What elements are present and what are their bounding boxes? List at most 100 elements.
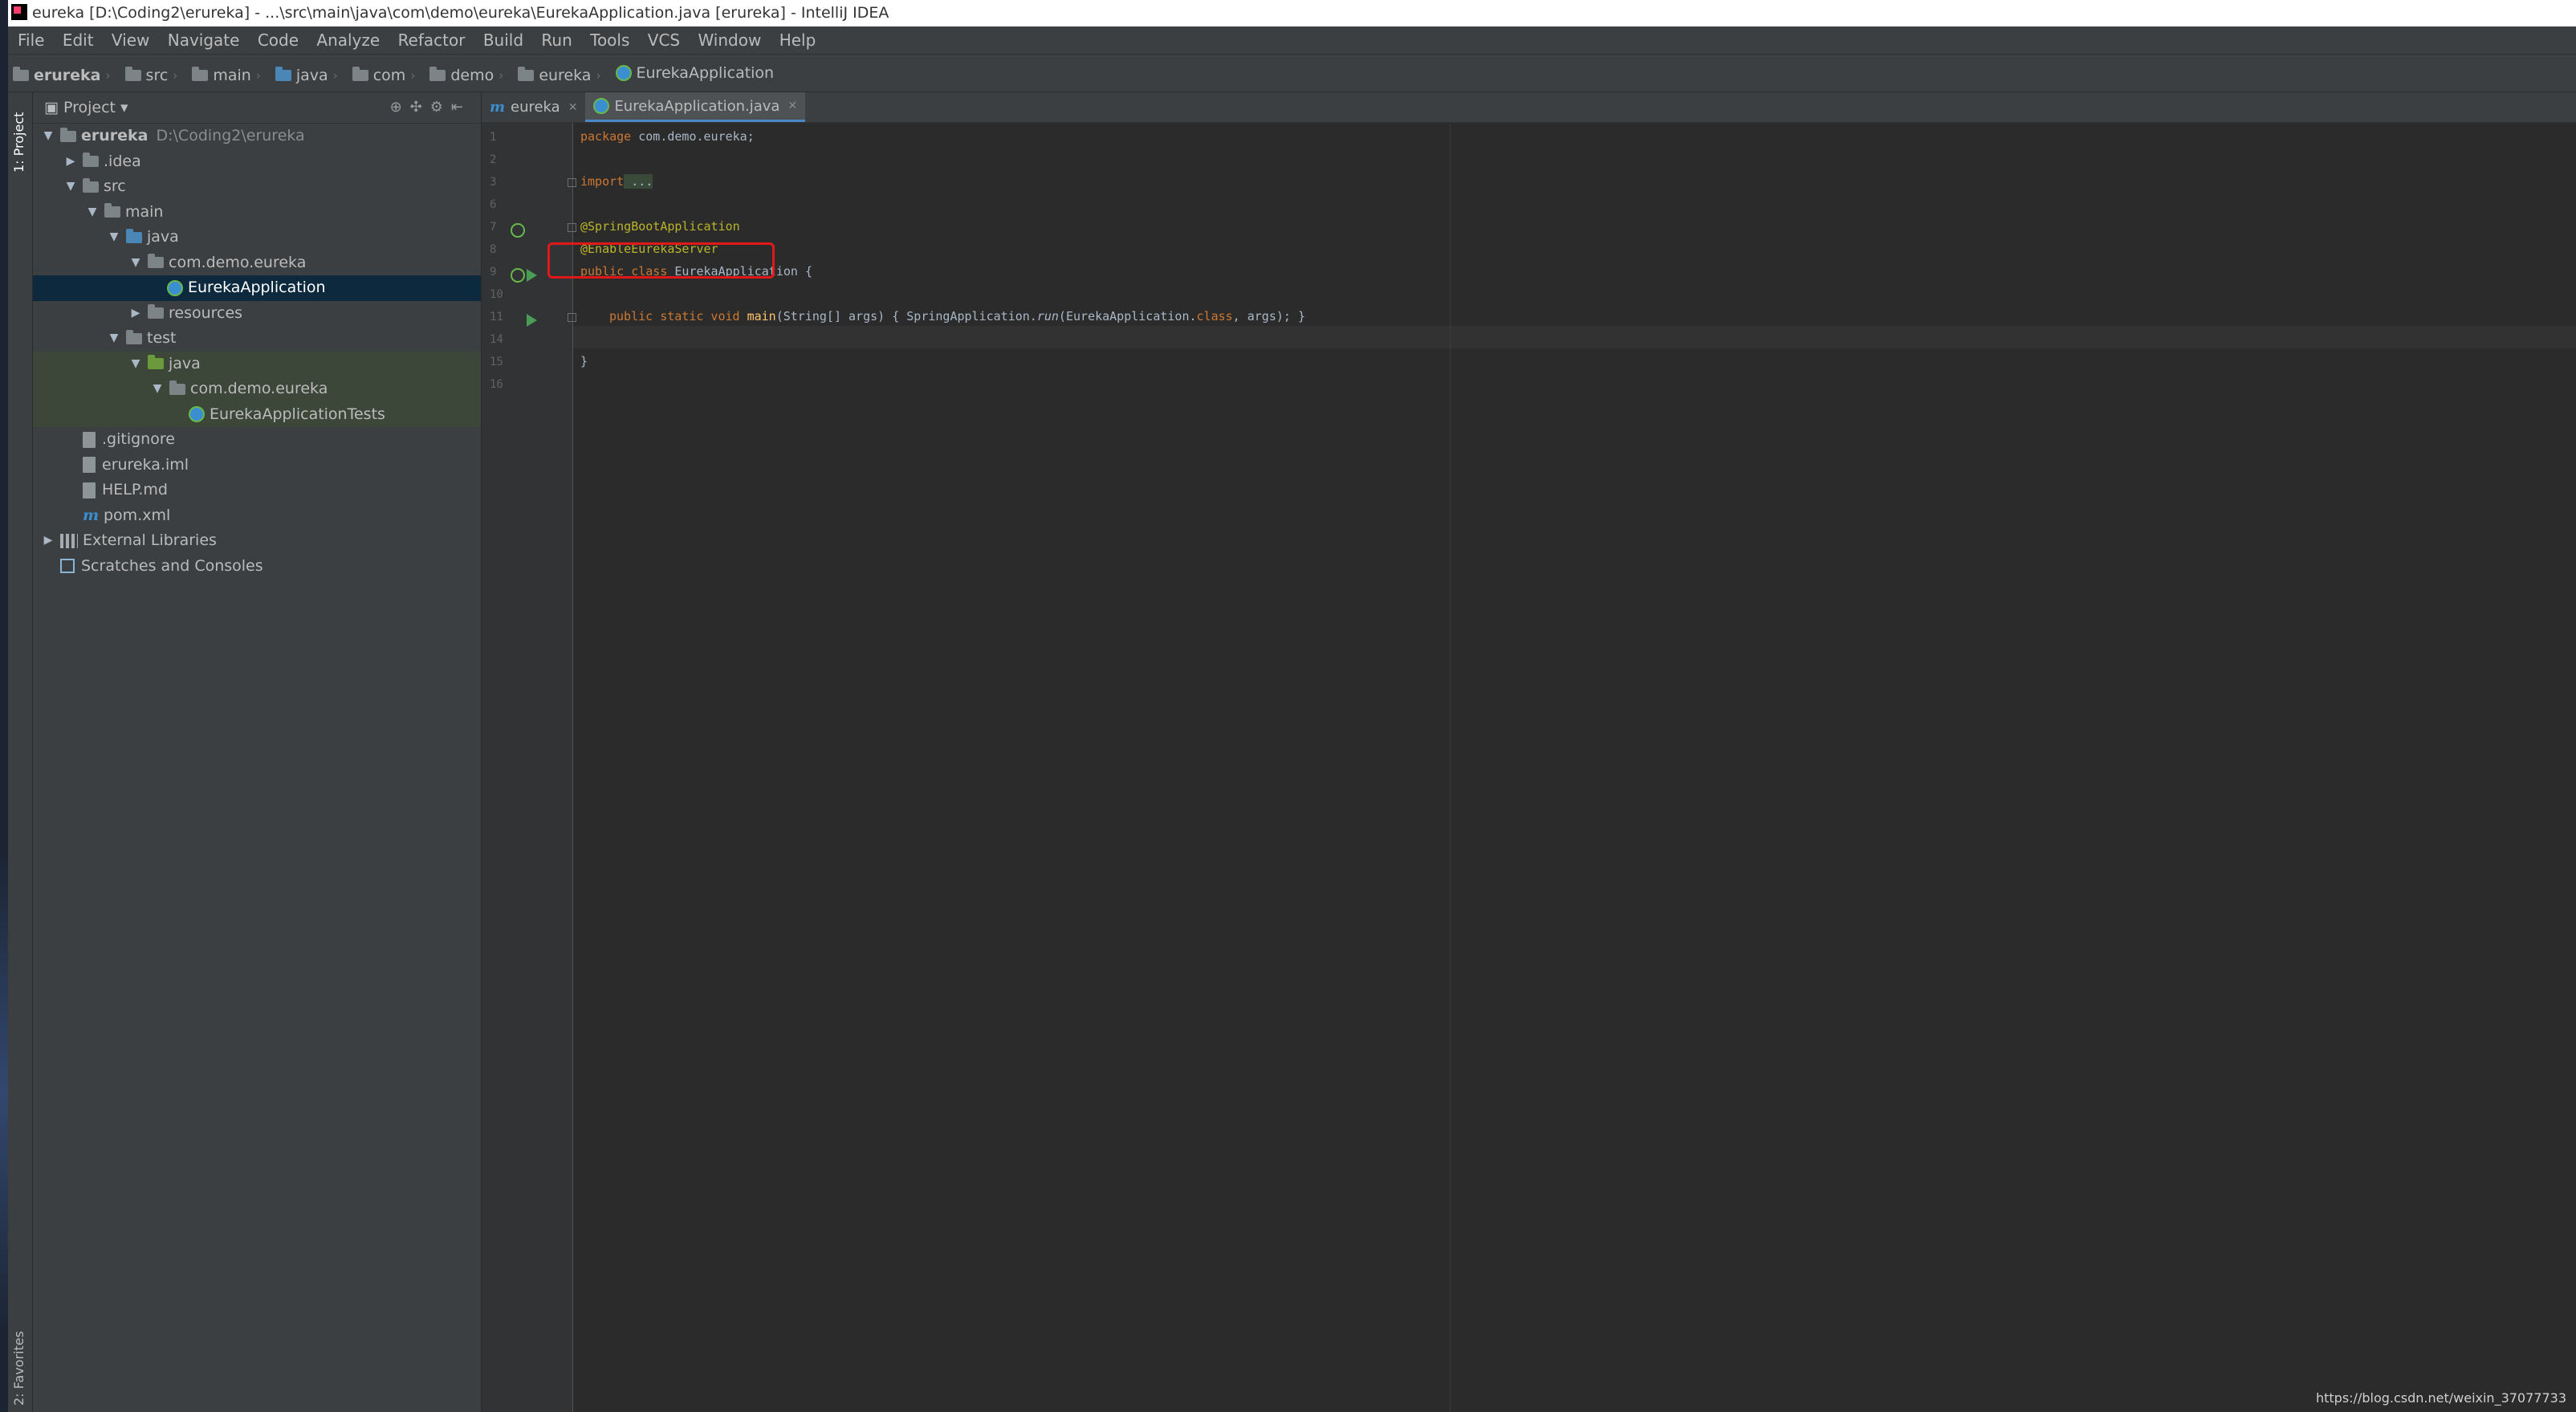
collapsed-arrow-icon[interactable]: ▶ (128, 301, 143, 327)
fold-toggle-icon[interactable] (568, 178, 576, 187)
locate-icon[interactable]: ⊕ (390, 99, 410, 116)
expanded-arrow-icon[interactable]: ▼ (63, 174, 78, 200)
menu-bar: File Edit View Navigate Code Analyze Ref… (8, 26, 2576, 55)
folder-icon (192, 67, 209, 81)
crumb-class[interactable]: EurekaApplication (615, 55, 774, 92)
crumb-com[interactable]: com › (352, 57, 421, 94)
line-number: 3 (490, 176, 497, 189)
test-folder-icon (148, 355, 164, 370)
project-tool-window: ▣ Project ▾ ⊕✣⚙⇤ ▼ erureka D:\Coding2\erur… (33, 92, 482, 1412)
menu-file[interactable]: File (14, 26, 47, 54)
tool-tab-favorites[interactable]: 2: Favorites (11, 1331, 26, 1406)
spring-class-icon (167, 279, 183, 296)
crumb-eureka[interactable]: eureka › (518, 57, 605, 94)
collapsed-arrow-icon[interactable]: ▶ (63, 149, 78, 175)
maven-m-icon: m (490, 99, 506, 116)
run-main-icon[interactable] (527, 314, 537, 327)
tab-eureka[interactable]: m eureka ✕ (482, 92, 585, 122)
line-number: 1 (490, 131, 497, 144)
menu-edit[interactable]: Edit (59, 26, 97, 54)
tree-item-gitignore[interactable]: .gitignore (33, 427, 481, 453)
folder-icon (83, 153, 99, 168)
spring-bean-gutter-icon[interactable] (511, 223, 525, 238)
tree-item-src[interactable]: ▼ src (33, 174, 481, 200)
menu-window[interactable]: Window (694, 26, 764, 54)
intellij-logo-icon (11, 3, 27, 20)
folder-icon (124, 67, 141, 81)
close-tab-icon[interactable]: ✕ (787, 100, 797, 112)
folder-icon (104, 203, 120, 218)
tree-item-idea[interactable]: ▶ .idea (33, 149, 481, 175)
close-tab-icon[interactable]: ✕ (568, 101, 578, 114)
spring-bean-gutter-icon[interactable] (511, 268, 525, 283)
tree-item-main[interactable]: ▼ main (33, 200, 481, 226)
fold-toggle-icon[interactable] (568, 313, 576, 322)
menu-help[interactable]: Help (776, 26, 820, 54)
test-class-icon (189, 406, 205, 423)
menu-refactor[interactable]: Refactor (395, 26, 469, 54)
menu-tools[interactable]: Tools (587, 26, 633, 54)
hide-icon[interactable]: ⇤ (451, 99, 471, 116)
project-view-selector[interactable]: ▣ Project ▾ (44, 99, 128, 116)
tree-item-scratches[interactable]: Scratches and Consoles (33, 554, 481, 580)
package-icon (169, 380, 185, 395)
menu-analyze[interactable]: Analyze (313, 26, 383, 54)
expanded-arrow-icon[interactable]: ▼ (41, 124, 55, 149)
package-icon (518, 67, 535, 81)
tree-item-test-package[interactable]: ▼ com.demo.eureka (33, 376, 481, 402)
expanded-arrow-icon[interactable]: ▼ (150, 376, 165, 402)
expanded-arrow-icon[interactable]: ▼ (128, 352, 143, 377)
tree-item-resources[interactable]: ▶ resources (33, 301, 481, 327)
tree-item-package[interactable]: ▼ com.demo.eureka (33, 250, 481, 276)
menu-navigate[interactable]: Navigate (165, 26, 243, 54)
tree-item-tests-class[interactable]: EurekaApplicationTests (33, 401, 481, 427)
navigation-breadcrumb: erureka › src › main › java › com › demo › eur… (8, 55, 2576, 92)
line-number: 10 (490, 288, 503, 301)
menu-vcs[interactable]: VCS (645, 26, 683, 54)
spring-class-icon (615, 65, 632, 81)
line-number: 16 (490, 378, 503, 391)
tree-item-eureka-application[interactable]: EurekaApplication (33, 275, 481, 301)
expanded-arrow-icon[interactable]: ▼ (107, 326, 121, 352)
run-class-icon[interactable] (527, 269, 537, 282)
tree-item-test[interactable]: ▼ test (33, 326, 481, 352)
module-folder-icon (13, 67, 29, 81)
menu-build[interactable]: Build (480, 26, 527, 54)
tree-item-external-libraries[interactable]: ▶ External Libraries (33, 528, 481, 554)
crumb-demo[interactable]: demo › (429, 57, 508, 94)
source-folder-icon (126, 228, 142, 243)
gear-icon[interactable]: ⚙ (430, 99, 451, 116)
collapse-icon[interactable]: ✣ (410, 99, 430, 116)
menu-run[interactable]: Run (538, 26, 575, 54)
line-number: 2 (490, 153, 497, 166)
folder-icon (126, 329, 142, 344)
left-tool-window-bar: 1: Project 2: Favorites (8, 92, 33, 1412)
tree-item-root[interactable]: ▼ erureka D:\Coding2\erureka (33, 124, 481, 149)
collapsed-arrow-icon[interactable]: ▶ (41, 528, 55, 554)
tree-item-help[interactable]: HELP.md (33, 478, 481, 503)
tab-eureka-application[interactable]: EurekaApplication.java ✕ (585, 92, 806, 122)
tree-item-test-java[interactable]: ▼ java (33, 351, 481, 377)
expanded-arrow-icon[interactable]: ▼ (107, 225, 121, 250)
line-number: 9 (490, 266, 497, 279)
crumb-java[interactable]: java › (275, 57, 343, 94)
editor-gutter: 1 2 3 6 7 8 9 10 11 14 15 16 (482, 123, 576, 1412)
tree-item-iml[interactable]: erureka.iml (33, 453, 481, 478)
scratches-icon (60, 559, 75, 574)
crumb-project[interactable]: erureka › (13, 57, 116, 94)
package-icon (429, 67, 446, 81)
fold-toggle-icon[interactable] (568, 223, 576, 232)
line-number: 11 (490, 311, 503, 323)
tool-tab-project[interactable]: 1: Project (11, 112, 26, 173)
crumb-main[interactable]: main › (192, 57, 265, 94)
menu-view[interactable]: View (108, 26, 153, 54)
expanded-arrow-icon[interactable]: ▼ (128, 250, 143, 276)
markdown-file-icon (83, 482, 96, 498)
expanded-arrow-icon[interactable]: ▼ (85, 200, 100, 226)
desktop-edge (0, 0, 8, 1412)
crumb-src[interactable]: src › (124, 57, 183, 94)
menu-code[interactable]: Code (254, 26, 302, 54)
tree-item-pom[interactable]: m pom.xml (33, 503, 481, 529)
tree-item-main-java[interactable]: ▼ java (33, 225, 481, 250)
iml-file-icon (83, 457, 96, 474)
